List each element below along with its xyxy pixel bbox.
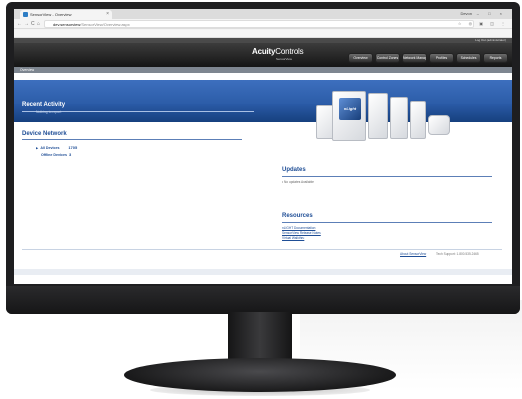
brand-logo: AcuityControls (252, 47, 304, 56)
browser-tab-title: SensorView - Overview (30, 12, 72, 17)
resource-link[interactable]: Virtual Walkthru (282, 236, 304, 240)
product-switch-4 (410, 101, 426, 139)
product-switch-3 (390, 97, 408, 139)
app-header: AcuityControls SensorView Overview Contro… (14, 43, 512, 67)
recent-activity-title: Recent Activity (22, 102, 66, 108)
nav-button-network-management[interactable]: Network Management (402, 53, 427, 63)
nav-button-control-zones[interactable]: Control Zones (375, 53, 400, 63)
main-content: Recent Activity Nothing to report nLight… (14, 73, 512, 275)
forward-arrow-icon[interactable]: → (24, 20, 29, 28)
reload-icon[interactable]: C (31, 20, 35, 28)
monitor-stand-base (124, 358, 396, 392)
product-image: nLight (314, 85, 454, 151)
url-field[interactable]: dev.sensorview/SensorView/Overview.aspx (44, 20, 474, 28)
device-row[interactable]: ▶ All Devices 1705 (36, 145, 77, 150)
monitor-chin (6, 286, 520, 314)
nav-button-profiles[interactable]: Profiles (429, 53, 454, 63)
browser-addressbar: ← → C ⌂ dev.sensorview/SensorView/Overvi… (14, 19, 512, 29)
window-controls[interactable]: – □ × (477, 10, 506, 18)
product-touchscreen: nLight (332, 91, 366, 141)
resources-title: Resources (282, 213, 313, 219)
nav-button-schedules[interactable]: Schedules (456, 53, 481, 63)
device-network-title: Device Network (22, 131, 67, 137)
device-row-value: 1705 (68, 145, 78, 150)
url-host: dev.sensorview (53, 22, 81, 27)
device-row-label: All Devices (40, 146, 60, 150)
bookmarks-bar: AppsFavoritesSpace Utilization DaAPEAR S… (14, 29, 512, 38)
nav-button-reports[interactable]: Reports (483, 53, 508, 63)
browser-tab[interactable]: SensorView - Overview × (20, 10, 112, 19)
main-nav: OverviewControl ZonesNetwork ManagementP… (346, 50, 508, 68)
updates-text: • No updates Available (282, 180, 314, 184)
browser-tabbar: SensorView - Overview × Devon – □ × (14, 9, 512, 19)
footer-divider (22, 249, 502, 250)
product-sensor (428, 115, 450, 135)
resources-divider (282, 222, 492, 223)
url-path: /SensorView/Overview.aspx (80, 22, 130, 27)
tech-support-text: Tech Support: 1.800.535.2465 (436, 252, 479, 256)
brand-main: Acuity (252, 47, 276, 56)
resource-link[interactable]: nLIGHT Documentation (282, 226, 315, 230)
browser-user[interactable]: Devon (460, 10, 472, 18)
brand-light: Controls (275, 47, 304, 56)
bottom-strip (14, 269, 512, 275)
tab-close-icon[interactable]: × (106, 10, 109, 19)
home-icon[interactable]: ⌂ (37, 20, 40, 28)
monitor-screen: SensorView - Overview × Devon – □ × ← → … (14, 9, 512, 284)
brand-subtitle: SensorView (276, 57, 292, 61)
product-badge: nLight (339, 98, 361, 120)
device-row-value: 3 (69, 152, 72, 157)
device-network-divider (22, 139, 242, 140)
device-row-label: Offline Devices (41, 153, 67, 157)
product-switch-2 (368, 93, 388, 139)
updates-divider (282, 176, 492, 177)
extension-icons[interactable]: ☆ ◎ ▣ ◫ ⋮ (458, 20, 508, 28)
stage: SensorView - Overview × Devon – □ × ← → … (0, 0, 522, 399)
resource-link[interactable]: SensorView Release Notes (282, 231, 321, 235)
expand-arrow-icon[interactable]: ▶ (36, 146, 38, 150)
about-sensorview-link[interactable]: About SensorView (400, 252, 426, 256)
nav-button-overview[interactable]: Overview (348, 53, 373, 63)
back-arrow-icon[interactable]: ← (17, 20, 22, 28)
device-row[interactable]: Offline Devices 3 (36, 152, 71, 157)
updates-title: Updates (282, 167, 306, 173)
recent-activity-subtitle: Nothing to report (36, 110, 62, 114)
favicon-icon (23, 12, 28, 17)
